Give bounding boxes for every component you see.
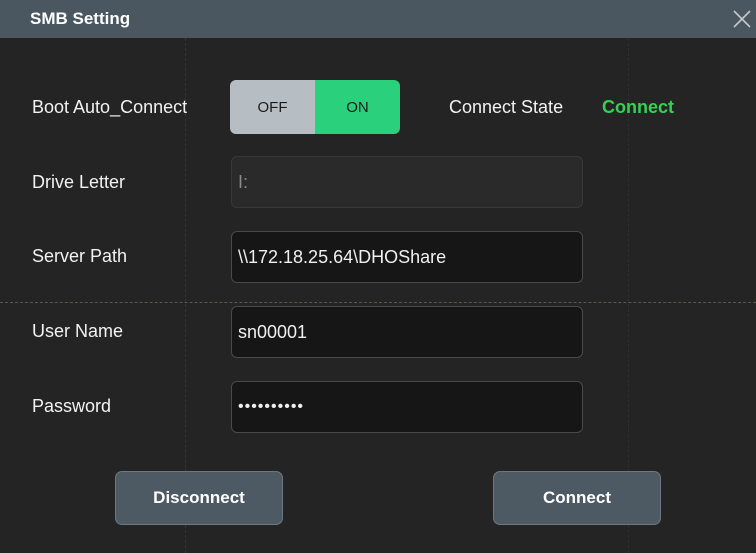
smb-setting-dialog: SMB Setting Boot Auto_Connect OFF ON Con…: [0, 0, 756, 553]
user-name-label: User Name: [32, 321, 124, 341]
title-bar: SMB Setting: [0, 0, 756, 38]
drive-letter-field[interactable]: [231, 156, 583, 208]
boot-auto-connect-label: Boot Auto_Connect: [32, 97, 188, 117]
server-path-field[interactable]: [231, 231, 583, 283]
toggle-off-option[interactable]: OFF: [230, 80, 315, 134]
disconnect-button[interactable]: Disconnect: [115, 471, 283, 525]
drive-letter-label: Drive Letter: [32, 172, 126, 192]
user-name-field[interactable]: [231, 306, 583, 358]
connect-state-label: Connect State: [449, 97, 564, 117]
dialog-title: SMB Setting: [30, 9, 131, 28]
connect-state-value: Connect: [602, 97, 674, 117]
connect-button[interactable]: Connect: [493, 471, 661, 525]
password-field[interactable]: [231, 381, 583, 433]
close-icon[interactable]: [731, 8, 753, 30]
server-path-label: Server Path: [32, 246, 128, 266]
toggle-on-option[interactable]: ON: [315, 80, 400, 134]
boot-auto-connect-toggle[interactable]: OFF ON: [230, 80, 400, 134]
scope-grid-horizontal: [0, 302, 756, 303]
password-label: Password: [32, 396, 112, 416]
